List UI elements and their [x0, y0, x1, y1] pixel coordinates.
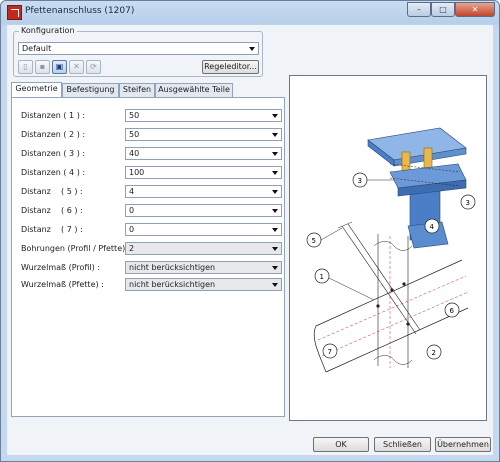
chevron-down-icon: [272, 190, 278, 194]
uebernehmen-button[interactable]: Übernehmen: [435, 437, 491, 452]
field-label-distanz-5: Distanz ( 5 ) :: [21, 187, 83, 196]
dialog-client: Konfiguration Default ▯ ▪ ▣ ✕ ⟳ Regeledi…: [7, 25, 493, 455]
callout-2-label: 2: [432, 349, 436, 357]
bolt-hole-2: [402, 282, 406, 286]
bohrungen-value: 2: [129, 244, 135, 253]
distanz-4-value: 100: [129, 168, 145, 177]
purlin-line-top: [315, 259, 463, 327]
title-bar[interactable]: Pfettenanschluss (1207) – □ ✕: [1, 1, 499, 23]
chevron-down-icon: [272, 228, 278, 232]
field-label-wurzelmass-pfette: Wurzelmaß (Pfette) :: [21, 280, 104, 289]
distanz-2-select[interactable]: 50: [125, 128, 282, 141]
callout-4-label: 4: [430, 223, 435, 231]
distanz-4-select[interactable]: 100: [125, 166, 282, 179]
diagonal-line-1: [341, 225, 417, 335]
regeleditor-button[interactable]: Regeleditor...: [202, 60, 259, 74]
ok-button[interactable]: OK: [313, 437, 369, 452]
save-config-button[interactable]: ▪: [35, 60, 50, 74]
chevron-down-icon: [272, 266, 278, 270]
wurzelmass-pfette-select[interactable]: nicht berücksichtigen: [125, 278, 282, 291]
distanz-3-value: 40: [129, 149, 140, 158]
callout-3a-label: 3: [358, 177, 362, 185]
konfiguration-value: Default: [22, 44, 52, 53]
konfiguration-select[interactable]: Default: [18, 42, 259, 55]
field-label-distanz-1: Distanzen ( 1 ) :: [21, 111, 86, 120]
wurzelmass-profil-value: nicht berücksichtigen: [129, 263, 216, 272]
distanz-2-value: 50: [129, 130, 140, 139]
app-icon: [7, 5, 22, 20]
bolt-hole-4: [406, 322, 410, 326]
refresh-config-button[interactable]: ⟳: [86, 60, 101, 74]
delete-config-button[interactable]: ✕: [69, 60, 84, 74]
chevron-down-icon: [249, 47, 255, 51]
chevron-down-icon: [272, 152, 278, 156]
field-label-distanz-4: Distanzen ( 4 ) :: [21, 168, 86, 177]
field-label-distanz-2: Distanzen ( 2 ) :: [21, 130, 86, 139]
diagonal-line-2: [347, 223, 421, 331]
chevron-down-icon: [272, 283, 278, 287]
distanz-3-select[interactable]: 40: [125, 147, 282, 160]
save-icon: ▪: [39, 62, 46, 71]
chevron-down-icon: [272, 171, 278, 175]
distanz-5-value: 4: [129, 187, 135, 196]
axis-line-red-2: [321, 291, 469, 357]
field-label-distanz-3: Distanzen ( 3 ) :: [21, 149, 86, 158]
field-label-bohrungen: Bohrungen (Profil / Pfette) :: [21, 244, 131, 253]
wurzelmass-pfette-value: nicht berücksichtigen: [129, 280, 216, 289]
geometrie-panel: Distanzen ( 1 ) : 50 Distanzen ( 2 ) : 5…: [11, 97, 285, 417]
field-label-wurzelmass-profil: Wurzelmaß (Profil) :: [21, 263, 101, 272]
callout-1-leader: [328, 277, 375, 301]
distanz-6-value: 0: [129, 206, 135, 215]
delete-icon: ✕: [73, 62, 80, 71]
axis-line-red-1: [317, 275, 467, 341]
wurzelmass-profil-select[interactable]: nicht berücksichtigen: [125, 261, 282, 274]
tab-geometrie[interactable]: Geometrie: [11, 82, 62, 97]
window-title: Pfettenanschluss (1207): [25, 6, 135, 16]
distanz-7-select[interactable]: 0: [125, 223, 282, 236]
break-line-bottom: [373, 355, 413, 365]
new-file-icon: ▯: [23, 62, 28, 71]
connection-preview-image: 3 3 4 5 1 6 7 2: [289, 75, 487, 421]
field-label-distanz-7: Distanz ( 7 ) :: [21, 225, 83, 234]
new-config-button[interactable]: ▯: [18, 60, 33, 74]
bohrungen-select[interactable]: 2: [125, 242, 282, 255]
field-label-distanz-6: Distanz ( 6 ) :: [21, 206, 83, 215]
callout-3b-label: 3: [466, 199, 470, 207]
distanz-1-value: 50: [129, 111, 140, 120]
callout-7-label: 7: [328, 348, 332, 356]
minimize-button[interactable]: –: [407, 2, 431, 17]
refresh-icon: ⟳: [90, 62, 97, 71]
maximize-button[interactable]: □: [431, 2, 455, 17]
save-as-config-button[interactable]: ▣: [52, 60, 67, 74]
break-line-top: [373, 241, 413, 251]
bolt-hole-1: [390, 288, 394, 292]
callout-6-label: 6: [450, 307, 455, 315]
distanz-6-select[interactable]: 0: [125, 204, 282, 217]
chevron-down-icon: [272, 247, 278, 251]
callout-5-leader: [320, 227, 343, 241]
chevron-down-icon: [272, 133, 278, 137]
callout-5-label: 5: [312, 237, 316, 245]
schliessen-button[interactable]: Schließen: [374, 437, 431, 452]
callout-1-label: 1: [320, 273, 324, 281]
distanz-1-select[interactable]: 50: [125, 109, 282, 122]
dialog-window: Pfettenanschluss (1207) – □ ✕ Konfigurat…: [0, 0, 500, 462]
connection-preview-drawing: 3 3 4 5 1 6 7 2: [306, 127, 476, 373]
tab-steifen[interactable]: Steifen: [119, 83, 155, 97]
distanz-5-select[interactable]: 4: [125, 185, 282, 198]
konfiguration-legend: Konfiguration: [19, 26, 77, 35]
chevron-down-icon: [272, 114, 278, 118]
bolt-hole-3: [376, 304, 380, 308]
distanz-7-value: 0: [129, 225, 135, 234]
tab-ausgewaehlte-teile[interactable]: Ausgewählte Teile: [155, 83, 233, 97]
close-button[interactable]: ✕: [455, 2, 495, 17]
tab-befestigung[interactable]: Befestigung: [62, 83, 119, 97]
save-as-icon: ▣: [55, 62, 64, 71]
chevron-down-icon: [272, 209, 278, 213]
